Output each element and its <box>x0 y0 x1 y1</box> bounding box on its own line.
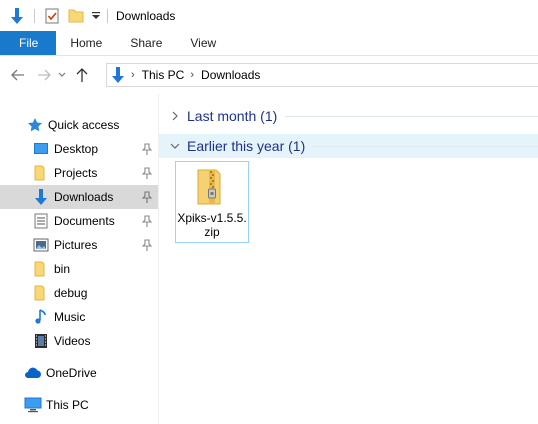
pin-icon[interactable] <box>141 143 153 155</box>
group-header-last-month[interactable]: Last month (1) <box>159 104 538 128</box>
document-icon <box>32 212 50 230</box>
downloads-arrow-icon <box>32 188 50 206</box>
ribbon-tabs: File Home Share View <box>0 31 538 56</box>
sidebar-item-pictures[interactable]: Pictures <box>0 233 158 257</box>
computer-icon <box>24 396 42 414</box>
file-list: Last month (1) Earlier this year (1) Xpi… <box>159 94 538 424</box>
group-label: Earlier this year (1) <box>187 138 306 154</box>
pin-icon[interactable] <box>141 215 153 227</box>
sidebar-item-quick-access[interactable]: Quick access <box>0 113 158 137</box>
film-icon <box>32 332 50 350</box>
sidebar-item-onedrive[interactable]: OneDrive <box>0 361 158 385</box>
sidebar-item-downloads[interactable]: Downloads <box>0 185 158 209</box>
pictures-icon <box>32 236 50 254</box>
sidebar-item-bin[interactable]: bin <box>0 257 158 281</box>
pin-icon[interactable] <box>141 167 153 179</box>
new-folder-icon[interactable] <box>67 7 85 25</box>
toolbar-separator <box>107 8 108 23</box>
downloads-location-icon <box>111 67 125 83</box>
chevron-right-icon[interactable] <box>167 111 183 121</box>
tab-view[interactable]: View <box>176 31 230 55</box>
back-arrow-icon[interactable] <box>7 64 29 86</box>
sidebar-item-label: Music <box>54 310 86 324</box>
sidebar-item-this-pc[interactable]: This PC <box>0 393 158 417</box>
group-header-earlier-this-year[interactable]: Earlier this year (1) <box>159 134 538 158</box>
file-name: Xpiks-v1.5.5.zip <box>177 211 247 239</box>
navigation-pane: Quick access Desktop Projects Downloads … <box>0 108 158 424</box>
sidebar-item-label: Documents <box>54 214 115 228</box>
sidebar-item-projects[interactable]: Projects <box>0 161 158 185</box>
title-bar: Downloads <box>0 0 538 31</box>
group-divider <box>285 115 538 117</box>
zip-folder-icon <box>192 167 232 207</box>
forward-arrow-icon[interactable] <box>33 64 55 86</box>
sidebar-item-label: Desktop <box>54 142 99 156</box>
sidebar-item-documents[interactable]: Documents <box>0 209 158 233</box>
address-bar[interactable]: › This PC › Downloads <box>106 63 538 87</box>
recent-locations-chevron-icon[interactable] <box>55 64 69 86</box>
sidebar-item-videos[interactable]: Videos <box>0 329 158 353</box>
up-arrow-icon[interactable] <box>71 64 93 86</box>
breadcrumb-downloads[interactable]: Downloads <box>201 68 260 82</box>
sidebar-item-label: bin <box>54 262 71 276</box>
breadcrumb-this-pc[interactable]: This PC <box>142 68 185 82</box>
window-title: Downloads <box>116 8 176 23</box>
sidebar-item-desktop[interactable]: Desktop <box>0 137 158 161</box>
quick-access-toolbar <box>0 7 116 25</box>
star-icon <box>26 116 44 134</box>
sidebar-item-label: OneDrive <box>46 366 97 380</box>
sidebar-item-label: Pictures <box>54 238 98 252</box>
sidebar-item-label: Videos <box>54 334 91 348</box>
breadcrumb-chevron-icon[interactable]: › <box>190 69 194 81</box>
sidebar-item-label: This PC <box>46 398 89 412</box>
sidebar-item-debug[interactable]: debug <box>0 281 158 305</box>
folder-icon <box>32 284 50 302</box>
sidebar-item-label: debug <box>54 286 88 300</box>
pin-icon[interactable] <box>141 191 153 203</box>
tab-home[interactable]: Home <box>56 31 116 55</box>
folder-icon <box>32 164 50 182</box>
downloads-arrow-icon[interactable] <box>8 7 26 25</box>
toolbar-separator <box>34 8 35 23</box>
tab-share[interactable]: Share <box>116 31 176 55</box>
pin-icon[interactable] <box>141 239 153 251</box>
sidebar-item-music[interactable]: Music <box>0 305 158 329</box>
group-label: Last month (1) <box>187 108 278 124</box>
sidebar-item-label: Projects <box>54 166 98 180</box>
tab-file[interactable]: File <box>0 31 57 55</box>
group-divider <box>313 145 538 147</box>
navigation-bar: › This PC › Downloads <box>0 56 538 94</box>
file-item[interactable]: Xpiks-v1.5.5.zip <box>175 161 249 243</box>
music-note-icon <box>32 308 50 326</box>
chevron-down-icon[interactable] <box>167 142 183 150</box>
desktop-icon <box>32 140 50 158</box>
customize-toolbar-dropdown-icon[interactable] <box>91 7 101 25</box>
folder-icon <box>32 260 50 278</box>
cloud-icon <box>24 364 42 382</box>
breadcrumb-chevron-icon[interactable]: › <box>131 69 135 81</box>
sidebar-item-label: Downloads <box>54 190 114 204</box>
sidebar-item-label: Quick access <box>48 118 120 132</box>
properties-icon[interactable] <box>43 7 61 25</box>
